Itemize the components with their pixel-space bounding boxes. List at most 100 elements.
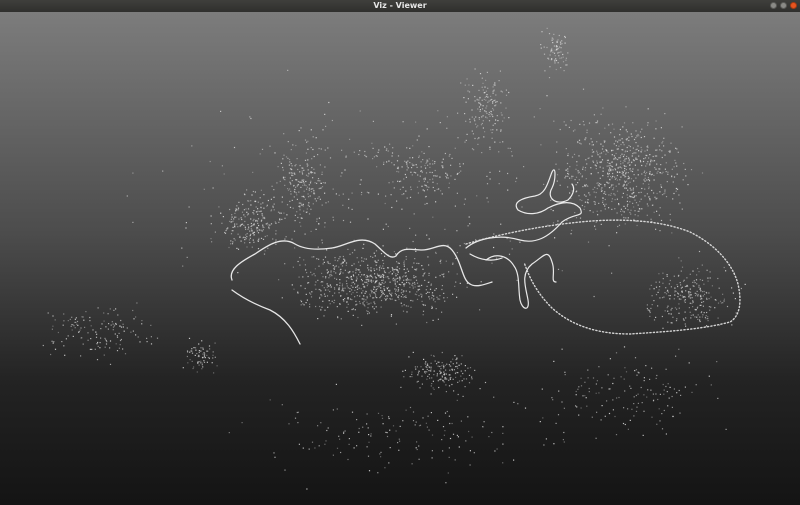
cloud-point	[555, 59, 558, 62]
cloud-point	[282, 176, 285, 178]
cloud-point	[557, 220, 559, 222]
cloud-point	[436, 188, 438, 190]
cloud-point	[350, 293, 353, 295]
cloud-point	[565, 59, 567, 61]
cloud-point	[554, 62, 556, 64]
cloud-point	[283, 154, 285, 156]
cloud-point	[657, 291, 659, 293]
cloud-point	[342, 288, 344, 290]
cloud-point	[708, 292, 710, 294]
cloud-point	[471, 130, 473, 132]
cloud-point	[556, 174, 559, 176]
cloud-point	[385, 431, 387, 433]
maximize-icon[interactable]	[780, 2, 787, 9]
cloud-point	[382, 262, 385, 265]
cloud-point	[646, 155, 648, 157]
cloud-point	[336, 306, 338, 308]
cloud-point	[661, 297, 664, 299]
cloud-point	[703, 290, 705, 293]
cloud-point	[593, 151, 595, 153]
cloud-point	[311, 291, 313, 293]
cloud-point	[327, 285, 329, 287]
cloud-point	[614, 168, 616, 170]
cloud-point	[323, 261, 325, 263]
cloud-point	[495, 119, 497, 121]
cloud-point	[404, 272, 406, 274]
cloud-point	[570, 119, 572, 122]
cloud-point	[395, 285, 397, 287]
cloud-point	[308, 189, 310, 191]
cloud-point	[690, 294, 692, 296]
cloud-point	[356, 278, 358, 280]
cloud-point	[381, 290, 384, 292]
cloud-point	[401, 166, 403, 168]
cloud-point	[611, 177, 613, 179]
cloud-point	[620, 176, 622, 178]
cloud-point	[338, 287, 340, 289]
cloud-point	[627, 217, 629, 219]
cloud-point	[565, 64, 567, 66]
cloud-point	[634, 164, 636, 166]
cloud-point	[555, 45, 557, 47]
cloud-point	[474, 68, 476, 70]
cloud-point	[446, 297, 448, 299]
cloud-point	[635, 394, 637, 397]
cloud-point	[300, 299, 302, 302]
cloud-point	[334, 288, 336, 290]
cloud-point	[400, 292, 402, 294]
cloud-point	[406, 277, 408, 279]
cloud-point	[714, 307, 716, 309]
cloud-point	[252, 220, 254, 222]
cloud-point	[435, 175, 437, 177]
cloud-point	[670, 313, 672, 315]
cloud-point	[539, 421, 541, 423]
cloud-point	[428, 238, 430, 240]
cloud-point	[406, 311, 408, 313]
cloud-point	[247, 224, 249, 226]
cloud-point	[356, 257, 358, 259]
cloud-point	[358, 431, 360, 433]
cloud-point	[659, 286, 661, 288]
cloud-point	[602, 201, 604, 204]
close-icon[interactable]	[790, 2, 797, 9]
cloud-point	[279, 212, 281, 214]
cloud-point	[444, 430, 446, 432]
cloud-point	[386, 435, 389, 438]
cloud-point	[231, 216, 233, 218]
cloud-point	[732, 292, 734, 294]
cloud-point	[403, 193, 405, 195]
cloud-point	[621, 196, 623, 198]
3d-viewport[interactable]	[0, 12, 800, 505]
cloud-point	[662, 278, 664, 280]
cloud-point	[267, 199, 269, 202]
cloud-point	[236, 205, 238, 207]
cloud-point	[275, 233, 277, 235]
cloud-point	[363, 258, 365, 260]
cloud-point	[452, 363, 454, 365]
cloud-point	[398, 262, 400, 264]
cloud-point	[100, 328, 102, 330]
cloud-point	[633, 174, 635, 176]
cloud-point	[579, 173, 582, 175]
minimize-icon[interactable]	[770, 2, 777, 9]
cloud-point	[64, 354, 66, 356]
cloud-point	[311, 441, 314, 443]
cloud-point	[567, 52, 569, 54]
cloud-point	[592, 188, 594, 190]
cloud-point	[422, 310, 425, 312]
cloud-point	[200, 347, 202, 349]
cloud-point	[361, 191, 363, 194]
cloud-point	[592, 161, 595, 163]
cloud-point	[584, 201, 586, 203]
cloud-point	[294, 165, 296, 167]
cloud-point	[291, 180, 293, 182]
cloud-point	[624, 390, 626, 392]
cloud-point	[611, 150, 613, 152]
cloud-point	[304, 184, 306, 186]
cloud-point	[333, 302, 335, 304]
cloud-point	[418, 458, 420, 460]
cloud-point	[290, 163, 292, 165]
cloud-point	[321, 186, 324, 188]
cloud-point	[368, 276, 370, 278]
cloud-point	[635, 410, 638, 412]
